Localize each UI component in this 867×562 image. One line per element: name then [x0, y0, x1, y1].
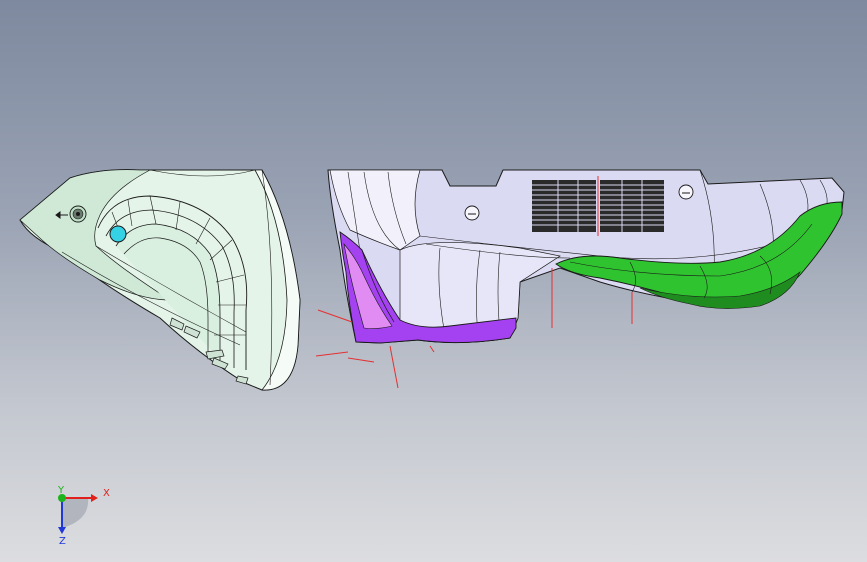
mount-hole-icon[interactable] — [464, 205, 480, 221]
z-axis-label: Z — [59, 536, 66, 547]
z-axis-arrow-icon — [58, 527, 66, 534]
cad-viewport[interactable]: X Y Z — [0, 0, 867, 562]
vent-grille-left — [532, 180, 596, 232]
mount-hole-icon[interactable] — [678, 184, 694, 200]
vent-grille-right — [597, 176, 664, 236]
y-axis-label: Y — [57, 485, 65, 496]
main-body-part[interactable] — [327, 169, 845, 344]
left-shell-part[interactable] — [19, 169, 301, 391]
cyan-hole-icon[interactable] — [109, 225, 127, 243]
screw-hole-icon[interactable] — [69, 205, 87, 223]
triad-shadow — [62, 498, 89, 528]
x-axis-label: X — [103, 488, 110, 499]
model-scene[interactable]: X Y Z — [0, 0, 867, 562]
x-axis-arrow-icon — [91, 494, 98, 502]
axis-triad: X Y Z — [57, 485, 110, 547]
